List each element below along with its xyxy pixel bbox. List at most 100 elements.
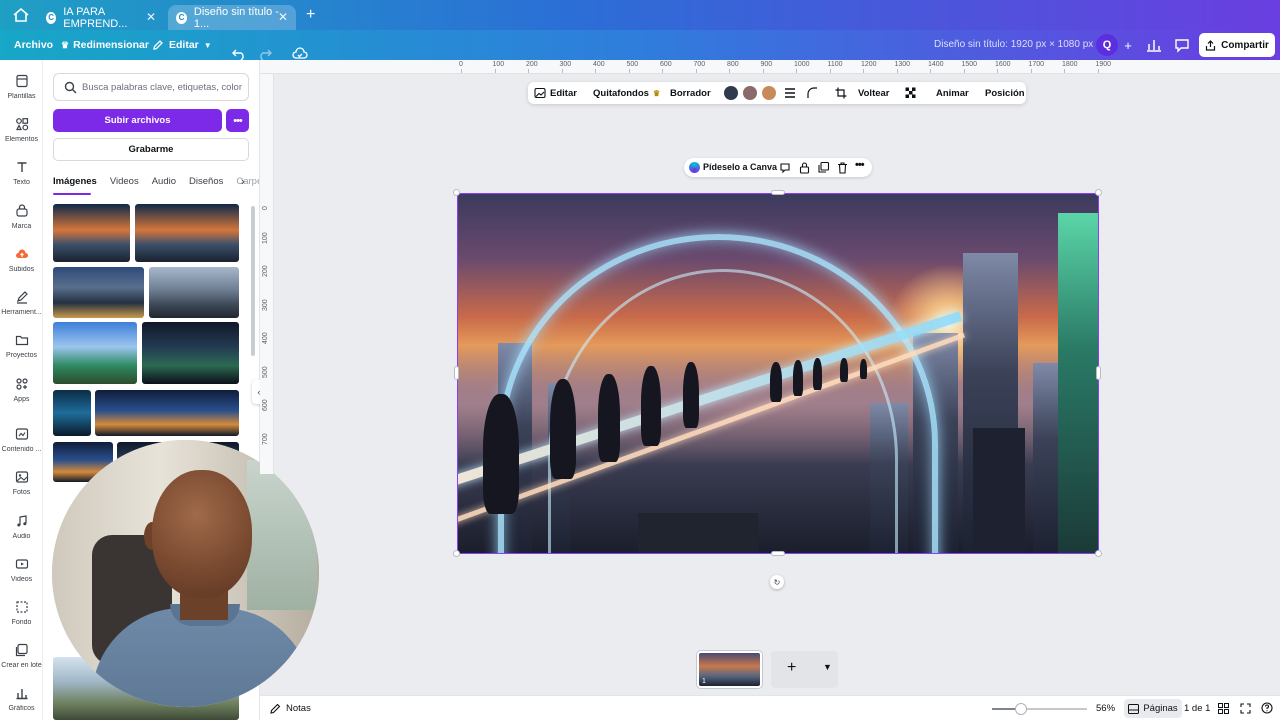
- browser-tab-title: IA PARA EMPREND...: [63, 5, 128, 30]
- trash-icon[interactable]: [836, 161, 849, 174]
- video-icon: [15, 559, 28, 569]
- animate-button[interactable]: Animar: [936, 82, 969, 104]
- zoom-slider-knob[interactable]: [1015, 703, 1028, 715]
- color-swatch[interactable]: [724, 86, 738, 100]
- help-icon[interactable]: [1261, 702, 1273, 714]
- new-tab-icon[interactable]: +: [306, 6, 315, 24]
- search-input[interactable]: Busca palabras clave, etiquetas, color: [53, 73, 249, 101]
- rail-item-magic-media[interactable]: Contenido ...: [0, 427, 43, 453]
- file-menu-button[interactable]: Archivo: [14, 30, 53, 60]
- corner-rounding-icon[interactable]: [806, 87, 818, 99]
- flip-button[interactable]: Voltear: [858, 82, 890, 104]
- ruler-vertical: 0 100 200 300 400 500 600 700: [260, 74, 274, 474]
- edit-image-button[interactable]: Editar: [534, 82, 577, 104]
- chevron-down-icon[interactable]: ▼: [823, 662, 832, 672]
- fullscreen-icon[interactable]: [1240, 703, 1251, 714]
- add-page-button[interactable]: + ▼: [771, 651, 838, 688]
- upload-files-button[interactable]: Subir archivos: [53, 109, 222, 132]
- rail-item-tools[interactable]: Herramient...: [0, 290, 43, 316]
- uploaded-image-thumbnail[interactable]: [53, 204, 130, 262]
- ruler-tick: [628, 69, 630, 73]
- ruler-tick: [528, 69, 529, 73]
- tab-images[interactable]: Imágenes: [53, 176, 97, 192]
- border-style-icon[interactable]: [784, 87, 796, 99]
- zoom-percent[interactable]: 56%: [1096, 696, 1115, 720]
- uploaded-image-thumbnail[interactable]: [53, 390, 91, 436]
- share-label: Compartir: [1221, 39, 1269, 51]
- notes-button[interactable]: Notas: [270, 696, 311, 720]
- ruler-tick: [762, 69, 764, 73]
- close-tab-icon[interactable]: ✕: [278, 10, 288, 24]
- insights-chart-icon[interactable]: [1143, 35, 1165, 55]
- rail-item-templates[interactable]: Plantillas: [0, 74, 43, 100]
- color-swatch[interactable]: [762, 86, 776, 100]
- uploaded-image-thumbnail[interactable]: [53, 267, 144, 318]
- resize-handle[interactable]: [1096, 366, 1101, 380]
- rail-item-brand[interactable]: Marca: [0, 204, 43, 230]
- uploaded-image-thumbnail[interactable]: [135, 204, 239, 262]
- tab-videos[interactable]: Videos: [110, 176, 139, 192]
- rail-item-text[interactable]: Texto: [0, 160, 43, 186]
- share-button[interactable]: Compartir: [1199, 33, 1275, 57]
- shapes-icon: [15, 118, 28, 131]
- page-thumbnail[interactable]: 1: [697, 651, 762, 688]
- lock-icon[interactable]: [798, 161, 811, 174]
- rail-item-apps[interactable]: Apps: [0, 377, 43, 403]
- canvas-silhouette: [813, 358, 822, 390]
- resize-handle[interactable]: [453, 189, 460, 196]
- upload-more-options-button[interactable]: •••: [226, 109, 249, 132]
- record-yourself-button[interactable]: Grabarme: [53, 138, 249, 161]
- tab-designs[interactable]: Diseños: [189, 176, 223, 192]
- rail-item-bulk-create[interactable]: Crear en lote: [0, 643, 43, 669]
- uploaded-image-thumbnail[interactable]: [95, 390, 239, 436]
- transparency-icon[interactable]: [905, 87, 917, 99]
- rail-item-uploads[interactable]: Subidos: [0, 247, 43, 273]
- resize-handle[interactable]: [1095, 189, 1102, 196]
- add-collaborator-icon[interactable]: +: [1117, 35, 1139, 55]
- more-options-icon[interactable]: •••: [855, 159, 868, 172]
- resize-button[interactable]: ♛ Redimensionar: [61, 30, 149, 60]
- resize-handle[interactable]: [771, 190, 785, 195]
- rail-item-charts[interactable]: Gráficos: [0, 686, 43, 712]
- browser-tab-active[interactable]: C Diseño sin título - 1... ✕: [168, 5, 296, 30]
- uploaded-image-thumbnail[interactable]: [53, 322, 137, 384]
- crown-icon: ♛: [652, 88, 661, 98]
- design-canvas-image[interactable]: [457, 193, 1099, 554]
- pages-view-button[interactable]: Páginas: [1124, 699, 1182, 718]
- rail-item-projects[interactable]: Proyectos: [0, 333, 43, 359]
- bg-remover-button[interactable]: Quitafondos ♛: [593, 82, 660, 104]
- resize-handle[interactable]: [771, 551, 785, 556]
- position-button[interactable]: Posición: [985, 82, 1025, 104]
- home-icon[interactable]: [12, 7, 30, 23]
- resize-handle[interactable]: [1095, 550, 1102, 557]
- edit-mode-button[interactable]: Editar ▼: [152, 30, 212, 60]
- document-title[interactable]: Diseño sin título: 1920 px × 1080 px: [934, 30, 1093, 60]
- close-tab-icon[interactable]: ✕: [146, 10, 156, 24]
- crop-icon[interactable]: [835, 87, 847, 99]
- uploaded-image-thumbnail[interactable]: [149, 267, 239, 318]
- uploaded-image-thumbnail[interactable]: [142, 322, 239, 384]
- tab-folders[interactable]: Carpe: [236, 176, 259, 192]
- comment-icon[interactable]: [1171, 35, 1193, 55]
- add-comment-icon[interactable]: [779, 161, 792, 174]
- panel-scrollbar[interactable]: [251, 206, 255, 356]
- rail-item-videos[interactable]: Videos: [0, 557, 43, 583]
- user-avatar[interactable]: Q: [1096, 34, 1118, 56]
- rail-item-background[interactable]: Fondo: [0, 600, 43, 626]
- rail-item-elements[interactable]: Elementos: [0, 117, 43, 143]
- resize-handle[interactable]: [454, 366, 459, 380]
- ruler-tick-label: 300: [559, 61, 572, 68]
- grid-view-icon[interactable]: [1218, 703, 1229, 714]
- tabs-scroll-right-icon[interactable]: ›: [241, 176, 245, 188]
- color-swatch[interactable]: [743, 86, 757, 100]
- resize-handle[interactable]: [453, 550, 460, 557]
- tab-audio[interactable]: Audio: [152, 176, 176, 192]
- rotate-handle-icon[interactable]: ↻: [770, 575, 784, 589]
- zoom-slider[interactable]: [992, 703, 1087, 715]
- rail-item-audio[interactable]: Audio: [0, 514, 43, 540]
- rail-item-photos[interactable]: Fotos: [0, 470, 43, 496]
- eraser-button[interactable]: Borrador: [670, 82, 711, 104]
- ask-canva-button[interactable]: Pídeselo a Canva: [703, 158, 777, 177]
- browser-tab[interactable]: C IA PARA EMPREND... ✕: [38, 5, 164, 30]
- duplicate-icon[interactable]: [817, 161, 830, 174]
